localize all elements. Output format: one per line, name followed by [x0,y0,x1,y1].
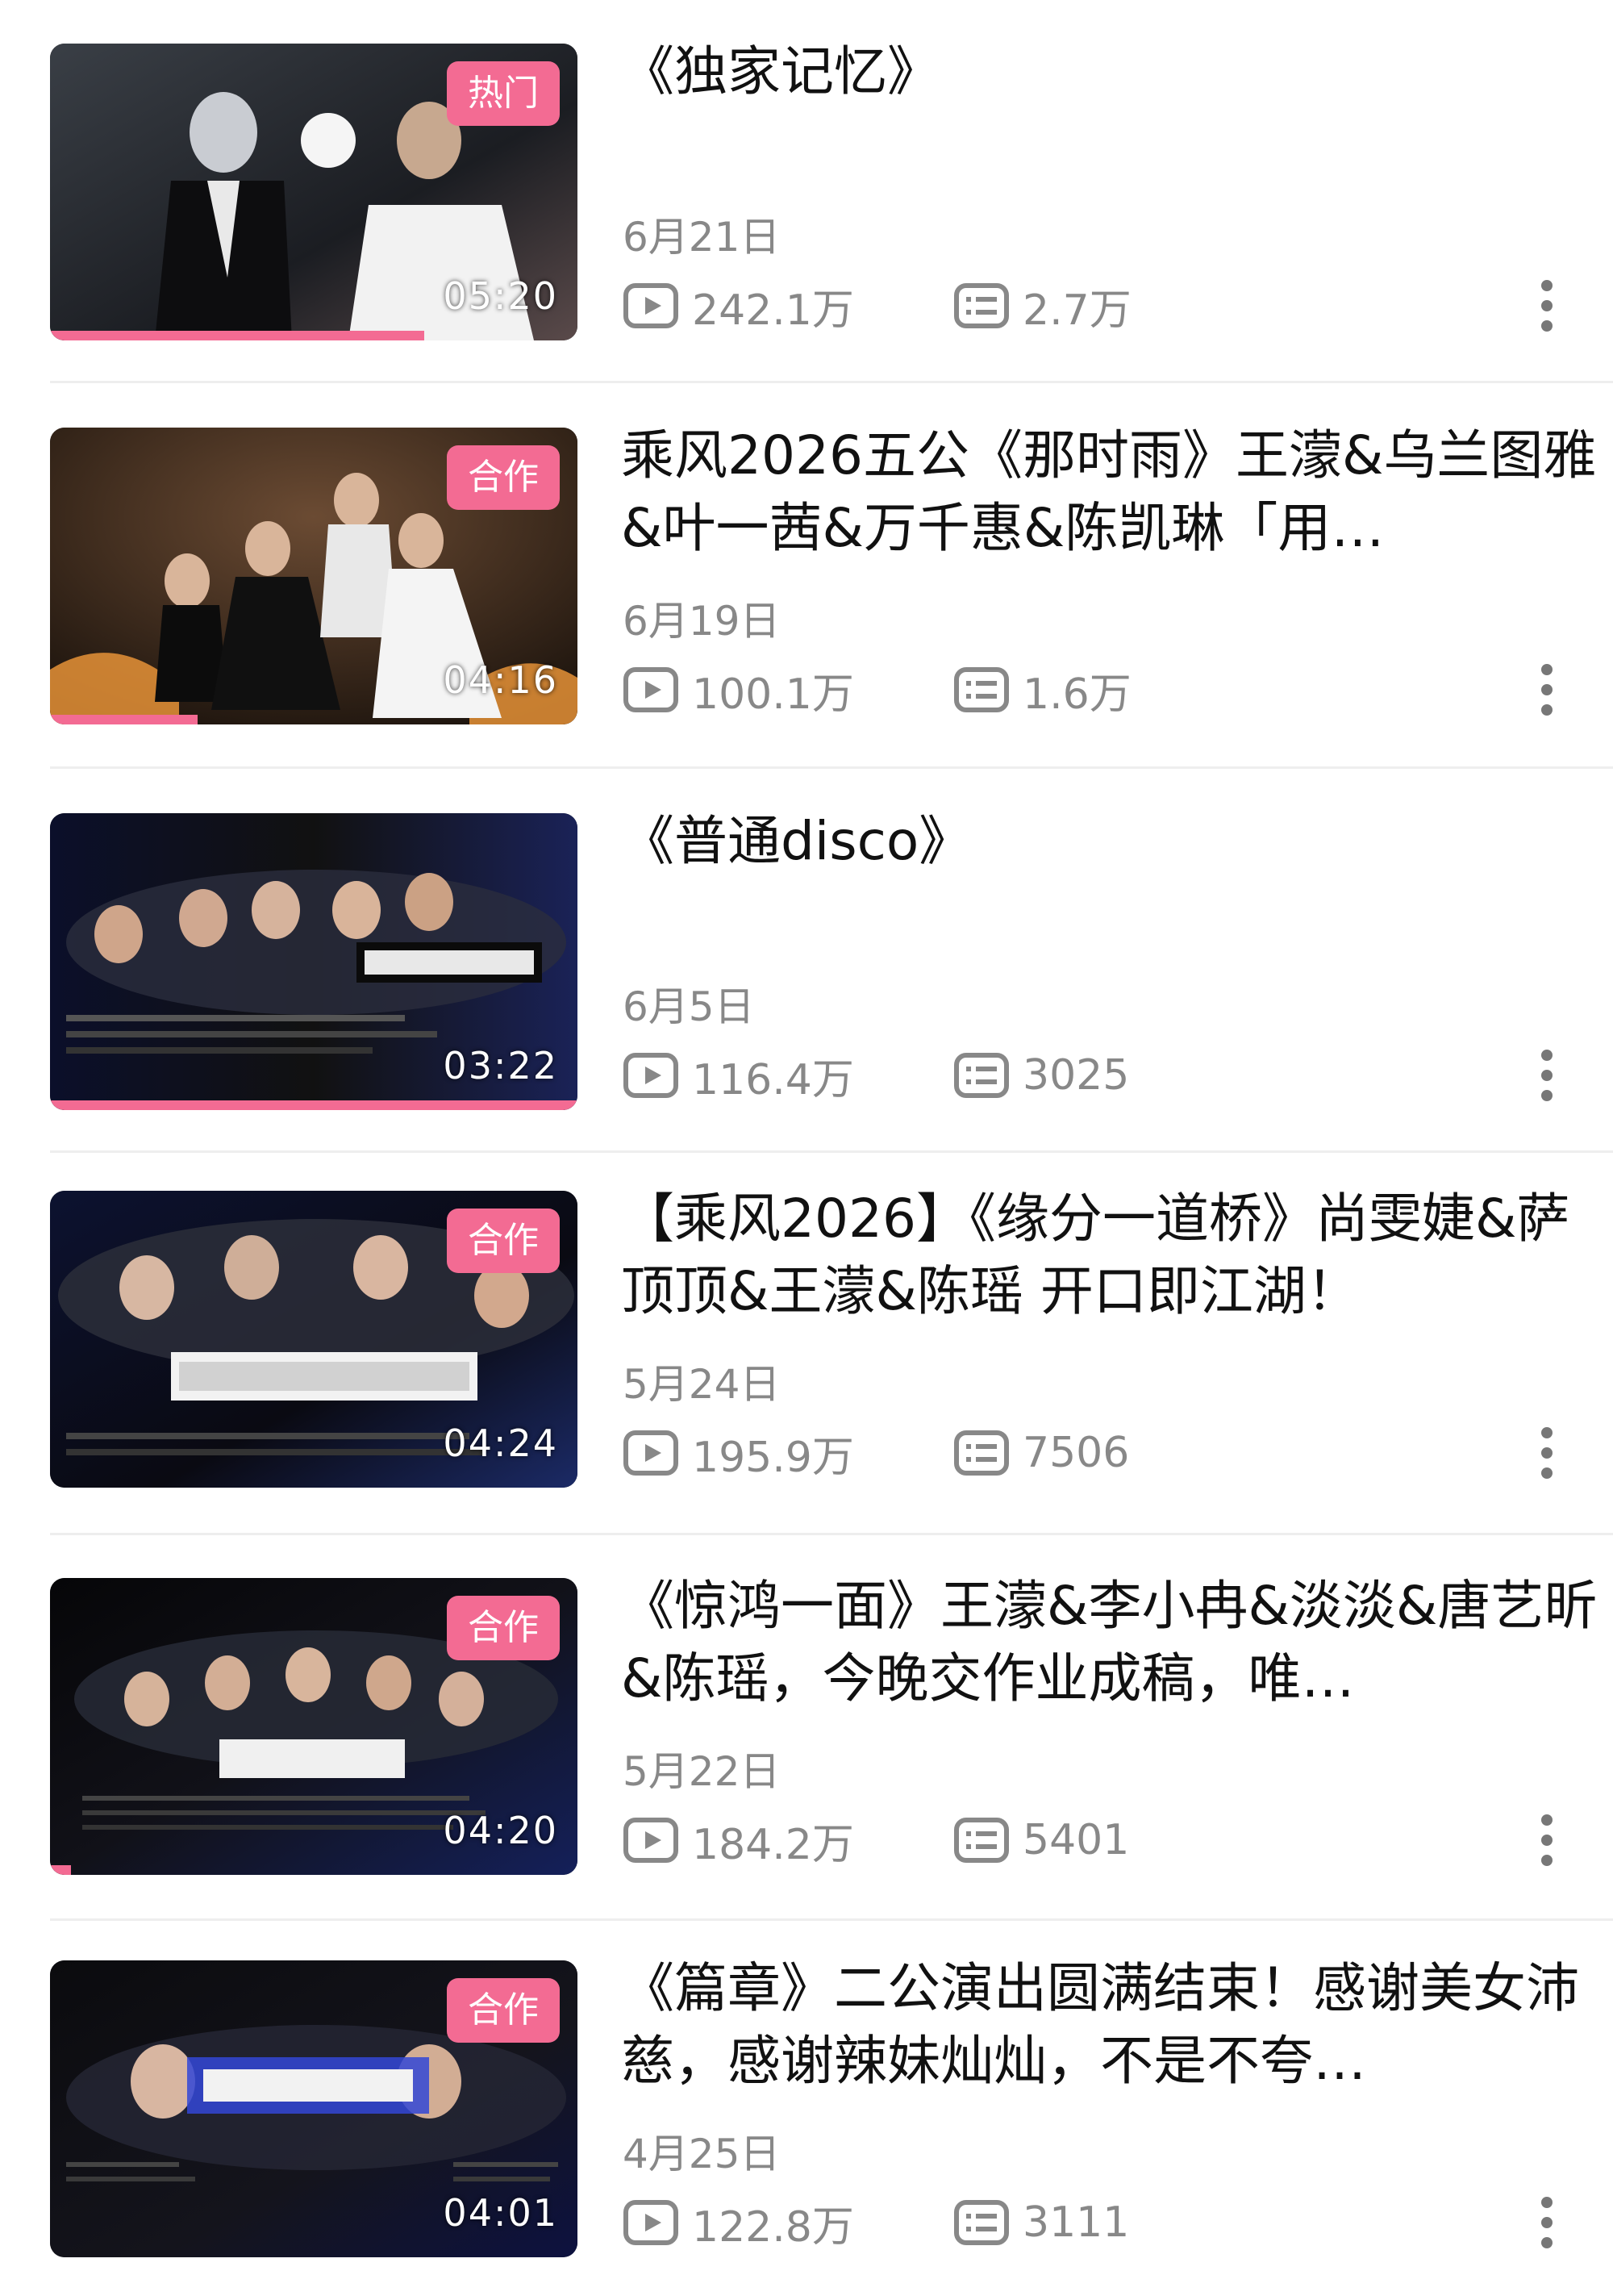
video-title[interactable]: 《篇章》二公演出圆满结束！感谢美女沛慈，感谢辣妹灿灿，不是不夸… [621,1952,1613,2098]
play-count-value: 184.2万 [692,1820,854,1869]
watch-progress-bar [50,331,425,340]
play-count: 242.1万 [623,278,854,335]
video-item[interactable]: 合作 04:20 《惊鸿一面》王濛&李小冉&淡淡&唐艺昕&陈瑶，今晚交作业成稿，… [50,1570,1613,1949]
comment-count-icon [954,1430,1009,1476]
video-item[interactable]: 03:22 《普通disco》 6月5日 116.4万 3025 [50,805,1613,1184]
video-stats: 100.1万 1.6万 [623,662,1590,719]
comment-count-value: 3025 [1023,1051,1130,1100]
video-date: 5月22日 [623,1748,781,1795]
video-date: 6月21日 [623,214,781,261]
video-duration: 04:20 [443,1809,558,1852]
video-item[interactable]: 合作 04:16 乘风2026五公《那时雨》王濛&乌兰图雅&叶一茜&万千惠&陈凯… [50,420,1613,799]
play-count: 100.1万 [623,662,854,719]
play-count: 116.4万 [623,1047,854,1104]
play-count-icon [623,1430,678,1476]
divider [50,381,1613,383]
video-duration: 04:16 [443,658,558,702]
more-vertical-icon[interactable] [1531,278,1563,334]
play-count-value: 100.1万 [692,670,854,719]
video-stats: 122.8万 3111 [623,2194,1590,2252]
comment-count: 5401 [953,1812,1129,1868]
video-badge: 合作 [447,1596,560,1660]
comment-count-icon [954,1818,1009,1863]
play-count-icon [623,283,678,328]
play-count-value: 116.4万 [692,1055,854,1104]
comment-count-icon [954,283,1009,328]
video-badge: 热门 [447,61,560,126]
more-vertical-icon[interactable] [1531,662,1563,718]
comment-count: 1.6万 [953,662,1132,719]
comment-count-value: 1.6万 [1023,670,1132,719]
watch-progress-bar [50,715,198,724]
watch-progress-bar [50,1865,72,1875]
comment-count-icon [954,1053,1009,1098]
more-vertical-icon[interactable] [1531,1812,1563,1868]
play-count-value: 195.9万 [692,1433,854,1482]
comment-count-value: 5401 [1023,1816,1130,1864]
video-item[interactable]: 热门 05:20 《独家记忆》 6月21日 242.1万 2.7万 [50,35,1613,415]
video-thumbnail[interactable]: 03:22 [50,813,577,1110]
video-date: 6月19日 [623,598,781,645]
play-count-icon [623,1818,678,1863]
play-count: 184.2万 [623,1812,854,1869]
video-duration: 03:22 [443,1044,558,1087]
play-count-icon [623,1053,678,1098]
comment-count: 7506 [953,1425,1129,1481]
video-thumbnail[interactable]: 合作 04:16 [50,428,577,724]
play-count: 122.8万 [623,2194,854,2252]
video-list: 热门 05:20 《独家记忆》 6月21日 242.1万 2.7万 合作 04:… [0,0,1613,2296]
comment-count-icon [954,667,1009,712]
video-stats: 116.4万 3025 [623,1047,1590,1104]
video-thumbnail[interactable]: 合作 04:20 [50,1578,577,1875]
video-title[interactable]: 《独家记忆》 [621,35,1613,108]
play-count-value: 242.1万 [692,286,854,335]
video-date: 5月24日 [623,1361,781,1408]
video-title[interactable]: 《惊鸿一面》王濛&李小冉&淡淡&唐艺昕&陈瑶，今晚交作业成稿，唯… [621,1570,1613,1715]
video-title[interactable]: 【乘风2026】《缘分一道桥》尚雯婕&萨顶顶&王濛&陈瑶 开口即江湖！ [621,1183,1613,1328]
comment-count: 2.7万 [953,278,1132,335]
comment-count-value: 3111 [1023,2198,1130,2247]
video-item[interactable]: 合作 04:01 《篇章》二公演出圆满结束！感谢美女沛慈，感谢辣妹灿灿，不是不夸… [50,1952,1613,2296]
video-duration: 04:24 [443,1421,558,1465]
play-count: 195.9万 [623,1425,854,1482]
play-count-value: 122.8万 [692,2202,854,2252]
play-count-icon [623,2200,678,2245]
video-item[interactable]: 合作 04:24 【乘风2026】《缘分一道桥》尚雯婕&萨顶顶&王濛&陈瑶 开口… [50,1183,1613,1562]
video-thumbnail[interactable]: 合作 04:01 [50,1960,577,2257]
divider [50,1533,1613,1535]
more-vertical-icon[interactable] [1531,2194,1563,2251]
comment-count-value: 2.7万 [1023,286,1132,335]
video-stats: 184.2万 5401 [623,1812,1590,1869]
video-duration: 05:20 [443,274,558,318]
video-duration: 04:01 [443,2191,558,2235]
video-title[interactable]: 乘风2026五公《那时雨》王濛&乌兰图雅&叶一茜&万千惠&陈凯琳「用… [621,420,1613,565]
video-stats: 195.9万 7506 [623,1425,1590,1482]
comment-count-icon [954,2200,1009,2245]
play-count-icon [623,667,678,712]
comment-count-value: 7506 [1023,1429,1130,1477]
divider [50,1150,1613,1153]
more-vertical-icon[interactable] [1531,1047,1563,1104]
video-title[interactable]: 《普通disco》 [621,805,1613,878]
watch-progress-bar [50,1100,577,1110]
video-stats: 242.1万 2.7万 [623,278,1590,335]
video-badge: 合作 [447,1978,560,2043]
video-badge: 合作 [447,445,560,510]
video-date: 6月5日 [623,983,755,1030]
divider [50,1918,1613,1921]
comment-count: 3025 [953,1047,1129,1104]
divider [50,766,1613,769]
video-badge: 合作 [447,1209,560,1273]
comment-count: 3111 [953,2194,1129,2251]
video-thumbnail[interactable]: 合作 04:24 [50,1191,577,1488]
video-date: 4月25日 [623,2131,781,2177]
video-thumbnail[interactable]: 热门 05:20 [50,44,577,340]
more-vertical-icon[interactable] [1531,1425,1563,1481]
